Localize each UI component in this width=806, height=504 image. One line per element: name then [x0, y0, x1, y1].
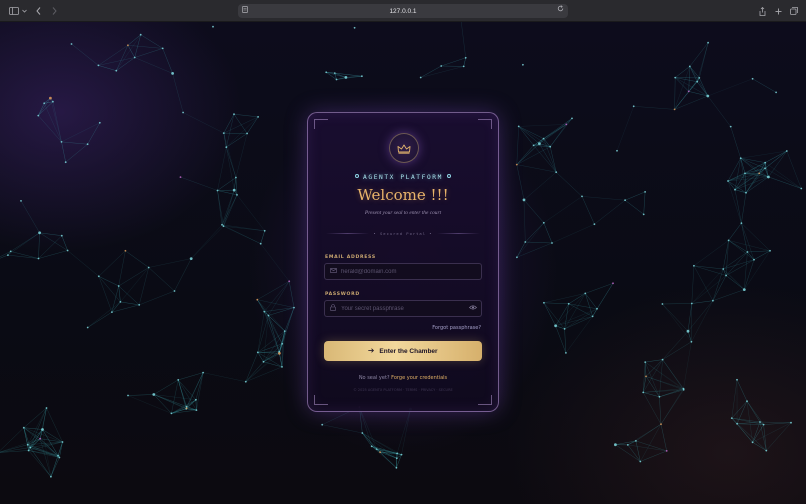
card-corner [478, 395, 492, 405]
signup-prompt-text: No seal yet? [358, 375, 390, 381]
signup-prompt: No seal yet? Forge your credentials [308, 375, 498, 381]
address-bar[interactable]: 127.0.0.1 [238, 4, 568, 18]
url-text: 127.0.0.1 [389, 7, 417, 15]
password-label: PASSWORD [325, 292, 360, 297]
crest-badge [389, 133, 419, 163]
email-input[interactable] [341, 268, 481, 275]
crown-icon [397, 139, 411, 158]
page-title: Welcome !!! [357, 186, 449, 204]
share-icon[interactable] [758, 4, 767, 18]
password-input[interactable] [341, 305, 465, 312]
page-subtitle: Present your seal to enter the court [364, 210, 442, 216]
chevron-left-icon[interactable] [34, 4, 42, 18]
dot-icon [446, 174, 451, 178]
card-corner [478, 119, 492, 129]
arrow-right-icon [368, 347, 375, 355]
platform-label: AGENTX PLATFORM [308, 174, 498, 181]
plus-icon[interactable] [774, 4, 783, 18]
divider-label: • Secured Portal • [373, 231, 433, 236]
card-footer: © 2025 AGENTX PLATFORM · TERMS · PRIVACY… [353, 388, 453, 392]
dot-icon [355, 174, 360, 178]
page-background: AGENTX PLATFORM Welcome !!! Present your… [0, 22, 806, 504]
chevron-right-icon[interactable] [50, 4, 58, 18]
tabs-icon[interactable] [789, 4, 799, 18]
email-label: EMAIL ADDRESS [325, 255, 376, 260]
lock-icon [325, 304, 341, 313]
browser-toolbar: 127.0.0.1 [0, 0, 806, 22]
forge-credentials-link[interactable]: Forge your credentials [391, 375, 447, 381]
mail-icon [325, 268, 341, 275]
enter-chamber-label: Enter the Chamber [379, 347, 438, 355]
divider-line [436, 233, 480, 234]
card-corner [314, 395, 328, 405]
page-icon [242, 6, 248, 15]
password-field[interactable] [324, 300, 482, 317]
email-field[interactable] [324, 263, 482, 280]
chevron-down-icon[interactable] [21, 4, 27, 18]
sidebar-icon[interactable] [8, 4, 20, 18]
forgot-passphrase-link[interactable]: Forgot passphrase? [432, 325, 481, 331]
divider-line [326, 233, 370, 234]
platform-name: AGENTX PLATFORM [363, 174, 443, 181]
secured-portal-divider: • Secured Portal • [322, 231, 484, 236]
login-card: AGENTX PLATFORM Welcome !!! Present your… [307, 112, 499, 412]
reload-icon[interactable] [557, 5, 564, 14]
card-corner [314, 119, 328, 129]
enter-chamber-button[interactable]: Enter the Chamber [324, 341, 482, 361]
eye-icon[interactable] [465, 305, 481, 312]
